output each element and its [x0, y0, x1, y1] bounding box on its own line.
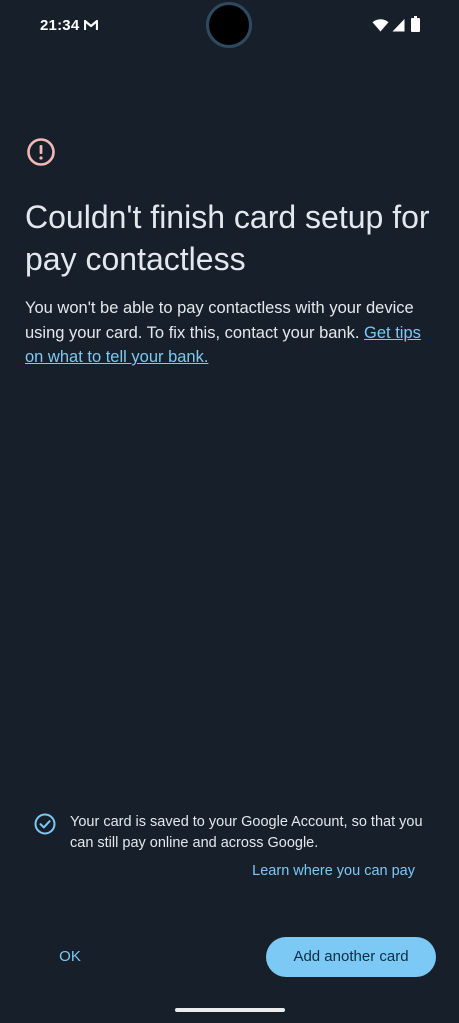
front-camera — [206, 2, 252, 48]
gmail-icon — [84, 19, 98, 30]
alert-icon — [27, 138, 55, 166]
error-description: You won't be able to pay contactless wit… — [25, 296, 437, 370]
add-another-card-button[interactable]: Add another card — [266, 937, 436, 977]
error-description-text: You won't be able to pay contactless wit… — [25, 299, 414, 342]
battery-icon — [411, 16, 420, 32]
wifi-icon — [372, 19, 389, 32]
signal-icon — [392, 19, 405, 32]
check-circle-icon — [34, 813, 56, 835]
ok-button[interactable]: OK — [44, 938, 96, 976]
card-saved-notice: Your card is saved to your Google Accoun… — [70, 814, 423, 851]
learn-where-you-can-pay-link[interactable]: Learn where you can pay — [252, 863, 415, 879]
page-title: Couldn't finish card setup for pay conta… — [25, 199, 430, 277]
gesture-home-bar[interactable] — [175, 1008, 285, 1012]
status-bar: 21:34 — [0, 0, 459, 52]
status-time: 21:34 — [40, 17, 80, 34]
